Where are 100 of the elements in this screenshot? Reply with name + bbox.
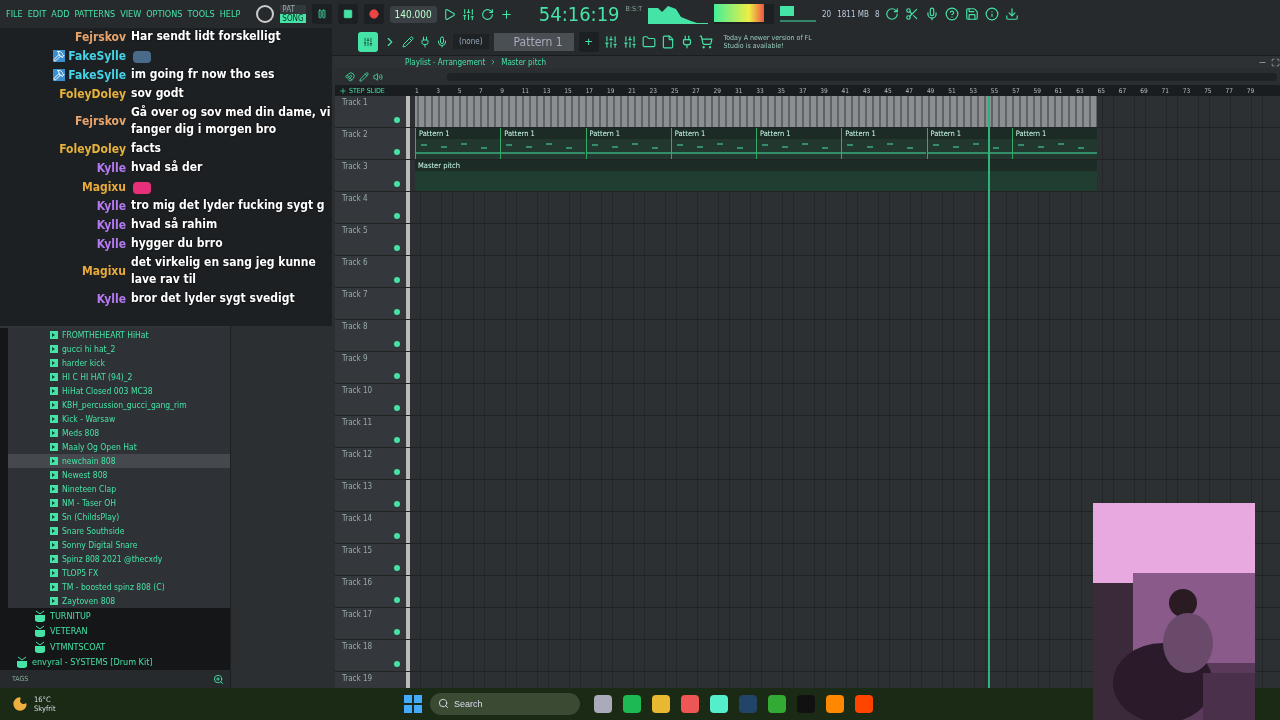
cpu-reading: 20 (822, 9, 832, 19)
tempo-display[interactable]: 140.000 (389, 5, 437, 23)
search-field[interactable]: Search (430, 693, 580, 715)
track-header[interactable]: Track 9 (335, 352, 410, 383)
chat-username: Kylle (96, 160, 126, 175)
browser-item[interactable]: KBH_percussion_gucci_gang_rim (8, 398, 230, 412)
track-name: Track 1 (342, 98, 369, 107)
song-time: 54:16:19 (538, 2, 620, 26)
menu-item[interactable]: HELP (219, 9, 241, 19)
track-header[interactable]: Track 19 (335, 672, 410, 688)
menu-item[interactable]: FILE (6, 9, 23, 19)
track-header[interactable]: Track 17 (335, 608, 410, 639)
track-header[interactable]: Track 11 (335, 416, 410, 447)
track-name: Track 19 (342, 674, 374, 683)
track-header[interactable]: Track 16 (335, 576, 410, 607)
browser-item[interactable]: HiHat Closed 003 MC38 (8, 384, 230, 398)
breadcrumb[interactable]: Master pitch (501, 57, 547, 67)
browser-item[interactable]: Kick - Warsaw (8, 412, 230, 426)
browser-folder[interactable]: VTMNTSCOAT (8, 639, 230, 655)
track-name: Track 14 (342, 514, 374, 523)
browser-item[interactable]: NM - Taser OH (8, 496, 230, 510)
add-pattern-button[interactable]: + (578, 31, 599, 52)
track-header[interactable]: Track 3 (335, 160, 410, 191)
track-name: Track 2 (342, 130, 369, 139)
chat-username: FakeSylle (68, 67, 126, 82)
track-name: Track 8 (342, 322, 369, 331)
chat-message: tro mig det lyder fucking sygt g (131, 197, 326, 214)
track-name: Track 16 (342, 578, 374, 587)
browser-item[interactable]: Nineteen Clap (8, 482, 230, 496)
track-name: Track 17 (342, 610, 374, 619)
track-header[interactable]: Track 6 (335, 256, 410, 287)
chat-username: FoleyDoley (59, 86, 126, 101)
track-name: Track 6 (342, 258, 369, 267)
chat-username: FoleyDoley (59, 141, 126, 156)
menu-item[interactable]: ADD (51, 9, 70, 19)
polyphony-reading: 8 (874, 9, 880, 19)
chat-username: Fejrskov (75, 114, 126, 128)
track-header[interactable]: Track 18 (335, 640, 410, 671)
browser-item[interactable]: Meds 808 (8, 426, 230, 440)
chat-username: Kylle (96, 291, 126, 306)
chat-message: hygger du brro (131, 235, 224, 252)
track-header[interactable]: Track 15 (335, 544, 410, 575)
track-header[interactable]: Track 12 (335, 448, 410, 479)
browser-item[interactable]: Zaytoven 808 (8, 594, 230, 608)
preset-selector[interactable]: (none) (453, 34, 489, 49)
track-name: Track 4 (342, 194, 369, 203)
menu-item[interactable]: OPTIONS (146, 9, 183, 19)
chat-message: Har sendt lidt forskelligt (131, 28, 282, 45)
browser-item[interactable]: newchain 808 (8, 454, 230, 468)
track-header[interactable]: Track 14 (335, 512, 410, 543)
memory-reading: 1811 MB (837, 9, 869, 19)
track-name: Track 5 (342, 226, 369, 235)
track-header[interactable]: Track 8 (335, 320, 410, 351)
track-header[interactable]: Track 4 (335, 192, 410, 223)
chat-username: Fejrskov (75, 29, 126, 44)
mode-toggle[interactable]: SONG (280, 14, 306, 23)
menu-item[interactable]: EDIT (27, 9, 47, 19)
chat-message: im going fr now tho ses (131, 66, 276, 83)
chat-message: facts (131, 140, 162, 157)
browser-folder[interactable]: VETERAN (8, 623, 230, 639)
browser-folder[interactable]: envyral - SYSTEMS [Drum Kit] (8, 654, 230, 670)
browser-item[interactable]: FROMTHEHEART HiHat (8, 328, 230, 342)
track-name: Track 10 (342, 386, 374, 395)
browser-item[interactable]: Spinz 808 2021 @thecxdy (8, 552, 230, 566)
chat-message: bror det lyder sygt svedigt (131, 290, 296, 307)
browser-item[interactable]: harder kick (8, 356, 230, 370)
track-name: Track 7 (342, 290, 369, 299)
browser-item[interactable]: Snare Southside (8, 524, 230, 538)
mode-toggle[interactable]: PAT (280, 5, 306, 14)
chat-username: Kylle (96, 217, 126, 232)
track-name: Track 15 (342, 546, 374, 555)
chat-username: Magixu (81, 264, 126, 278)
browser-item[interactable]: TM - boosted spinz 808 (C) (8, 580, 230, 594)
browser-item[interactable]: Newest 808 (8, 468, 230, 482)
track-name: Track 12 (342, 450, 374, 459)
chat-message: sov godt (131, 85, 185, 102)
menu-item[interactable]: VIEW (120, 9, 142, 19)
pattern-selector[interactable]: Pattern 1 (493, 32, 574, 51)
track-header[interactable]: Track 10 (335, 384, 410, 415)
window-title: Playlist - Arrangement (405, 57, 486, 67)
browser-item[interactable]: Maaly Og Open Hat (8, 440, 230, 454)
track-header[interactable]: Track 13 (335, 480, 410, 511)
browser-item[interactable]: HI C HI HAT (94)_2 (8, 370, 230, 384)
track-header[interactable]: Track 2 (335, 128, 410, 159)
chat-username: Kylle (96, 198, 126, 213)
browser-item[interactable]: TLOP5 FX (8, 566, 230, 580)
browser-item[interactable]: Sonny Digital Snare (8, 538, 230, 552)
track-header[interactable]: Track 1 (335, 96, 410, 127)
browser-item[interactable]: gucci hi hat_2 (8, 342, 230, 356)
track-header[interactable]: Track 7 (335, 288, 410, 319)
chat-username: Kylle (96, 236, 126, 251)
browser-folder[interactable]: TURNITUP (8, 608, 230, 624)
browser-item[interactable]: Sn (ChildsPlay) (8, 510, 230, 524)
chat-username: Magixu (81, 179, 126, 194)
track-name: Track 3 (342, 162, 369, 171)
menu-item[interactable]: TOOLS (187, 9, 215, 19)
chat-username: FakeSylle (68, 48, 126, 63)
chat-message: hvad så rahim (131, 216, 219, 233)
track-header[interactable]: Track 5 (335, 224, 410, 255)
menu-item[interactable]: PATTERNS (74, 9, 116, 19)
